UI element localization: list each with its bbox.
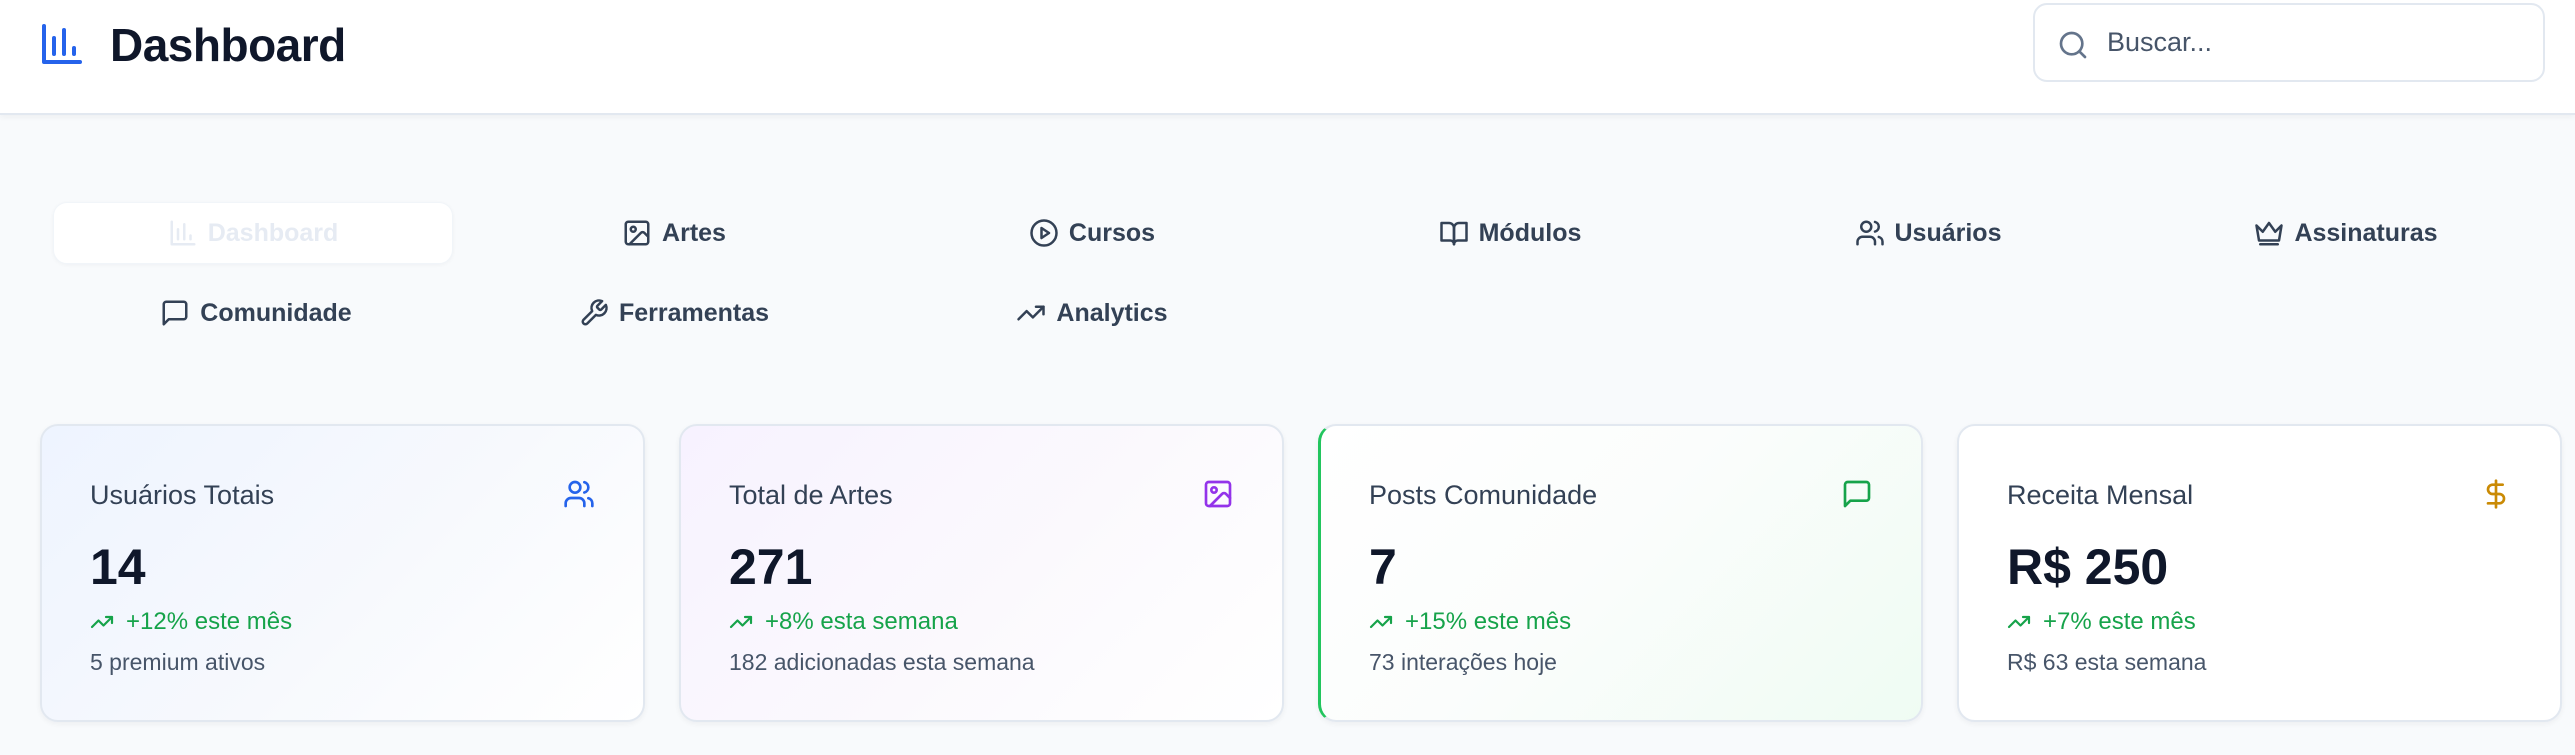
trending-up-icon <box>1017 305 1046 321</box>
nav-item-artes[interactable]: Artes <box>474 202 874 264</box>
card-trend-text: +15% este mês <box>1405 608 1572 635</box>
nav-item-dashboard[interactable]: Dashboard <box>53 202 453 264</box>
stat-card-receita: Receita Mensal R$ 250 +7% este mês R$ 63… <box>1957 424 2562 722</box>
card-subtext: R$ 63 esta semana <box>2007 649 2207 675</box>
book-open-icon <box>1439 221 1468 246</box>
card-value: 14 <box>90 539 146 595</box>
stat-card-usuarios: Usuários Totais 14 +12% este mês 5 premi… <box>40 424 645 722</box>
nav-label: Comunidade <box>200 298 352 327</box>
nav-item-usuarios[interactable]: Usuários <box>1728 202 2128 264</box>
nav-item-cursos[interactable]: Cursos <box>892 202 1292 264</box>
card-trend-text: +8% esta semana <box>765 608 958 635</box>
card-title: Usuários Totais <box>90 480 275 510</box>
card-title: Total de Artes <box>729 480 893 510</box>
stat-card-artes: Total de Artes 271 +8% esta semana 182 a… <box>679 424 1284 722</box>
users-icon <box>1855 220 1884 246</box>
card-subtext: 73 interações hoje <box>1369 649 1557 675</box>
card-value: 271 <box>729 539 813 595</box>
wrench-icon <box>581 299 608 326</box>
nav-label: Ferramentas <box>618 298 770 327</box>
card-value: 7 <box>1369 539 1397 595</box>
nav-label: Assinaturas <box>2294 218 2438 247</box>
top-header: Dashboard <box>0 0 2575 115</box>
nav-label: Dashboard <box>207 218 339 247</box>
nav-label: Cursos <box>1068 218 1156 247</box>
dollar-icon <box>2486 479 2506 509</box>
card-value: R$ 250 <box>2007 539 2169 595</box>
page-title: Dashboard <box>110 19 346 71</box>
nav-label: Artes <box>662 218 726 247</box>
message-square-icon <box>1843 480 1871 508</box>
users-icon <box>564 480 594 508</box>
card-trend: +15% este mês <box>1369 606 1571 638</box>
bar-chart-icon <box>170 220 196 246</box>
card-title: Posts Comunidade <box>1369 480 1598 510</box>
card-title: Receita Mensal <box>2007 480 2194 510</box>
nav-item-ferramentas[interactable]: Ferramentas <box>474 282 874 344</box>
nav-label: Usuários <box>1894 218 2002 247</box>
image-icon <box>1204 480 1232 508</box>
search-icon <box>2059 31 2087 59</box>
card-trend: +8% esta semana <box>729 606 958 638</box>
card-subtext: 5 premium ativos <box>90 649 266 675</box>
stat-card-posts: Posts Comunidade 7 +15% este mês 73 inte… <box>1318 424 1923 722</box>
trending-up-icon <box>1369 615 1393 629</box>
search-input[interactable] <box>2107 5 2527 80</box>
nav-item-analytics[interactable]: Analytics <box>892 282 1292 344</box>
trending-up-icon <box>90 615 114 629</box>
message-square-icon <box>162 300 188 326</box>
nav-item-comunidade[interactable]: Comunidade <box>56 282 456 344</box>
trending-up-icon <box>729 615 753 629</box>
play-circle-icon <box>1030 219 1058 247</box>
card-trend: +7% este mês <box>2007 606 2196 638</box>
image-icon <box>624 220 650 246</box>
search-box[interactable] <box>2033 3 2545 82</box>
card-trend-text: +12% este mês <box>126 608 293 635</box>
bar-chart-icon <box>42 24 82 64</box>
card-subtext: 182 adicionadas esta semana <box>729 649 1035 675</box>
crown-icon <box>2255 221 2284 246</box>
nav-item-modulos[interactable]: Módulos <box>1310 202 1710 264</box>
nav-label: Módulos <box>1478 218 1582 247</box>
card-trend-text: +7% este mês <box>2043 608 2196 635</box>
card-trend: +12% este mês <box>90 606 292 638</box>
nav-item-assinaturas[interactable]: Assinaturas <box>2146 202 2546 264</box>
nav-label: Analytics <box>1056 298 1168 327</box>
trending-up-icon <box>2007 615 2031 629</box>
